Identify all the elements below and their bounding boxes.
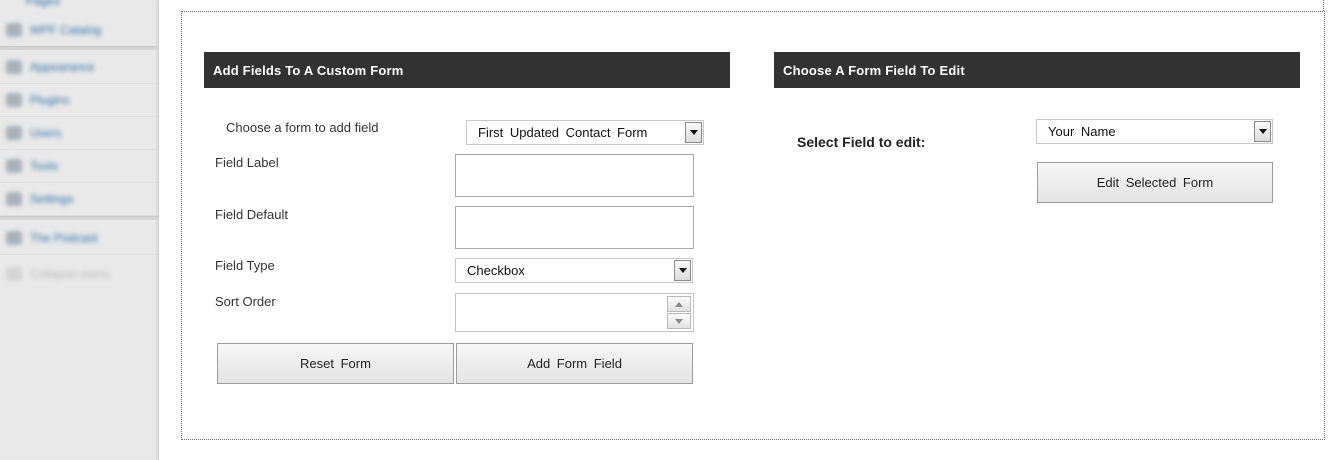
sidebar-item-label: Appearance: [30, 60, 95, 74]
select-value: First Updated Contact Form: [478, 125, 648, 140]
sort-order-label: Sort Order: [215, 294, 276, 309]
podcast-icon: [6, 231, 22, 245]
sidebar-item-label: The Podcast: [30, 231, 98, 245]
sidebar-item-label: Plugins: [30, 93, 70, 107]
edit-field-panel-header: Choose A Form Field To Edit: [774, 52, 1300, 88]
panel-title: Choose A Form Field To Edit: [783, 62, 965, 78]
sidebar-separator: [0, 46, 158, 50]
tools-icon: [6, 159, 22, 173]
select-field-label: Select Field to edit:: [797, 134, 926, 150]
select-field-dropdown[interactable]: Your Name: [1036, 119, 1273, 144]
sidebar-item-label: Users: [30, 126, 62, 140]
select-value: Your Name: [1048, 124, 1116, 139]
sidebar-separator: [0, 216, 158, 220]
sidebar-item-appearance[interactable]: Appearance: [0, 51, 158, 84]
frame-edge: [1323, 0, 1325, 11]
collapse-icon: [6, 267, 22, 281]
choose-form-select[interactable]: First Updated Contact Form: [466, 120, 704, 145]
edit-selected-form-button[interactable]: Edit Selected Form: [1037, 162, 1273, 203]
chevron-down-icon[interactable]: [674, 260, 691, 281]
sidebar-item-tools[interactable]: Tools: [0, 150, 158, 183]
chevron-down-icon[interactable]: [1254, 121, 1271, 142]
sidebar-item-label: WPF Catalog: [30, 23, 102, 37]
sidebar-item-plugins[interactable]: Plugins: [0, 84, 158, 117]
panel-title: Add Fields To A Custom Form: [213, 62, 404, 78]
sidebar-item-label: Tools: [30, 159, 59, 173]
field-default-label: Field Default: [215, 207, 288, 222]
add-form-field-button[interactable]: Add Form Field: [456, 343, 693, 384]
users-icon: [6, 126, 22, 140]
appearance-icon: [6, 60, 22, 74]
field-label-input[interactable]: [455, 154, 694, 197]
sidebar-item-label: Settings: [30, 192, 74, 206]
sidebar-item-catalog[interactable]: WPF Catalog: [0, 14, 158, 47]
sidebar-item-users[interactable]: Users: [0, 117, 158, 150]
add-fields-panel-header: Add Fields To A Custom Form: [204, 52, 730, 88]
plugins-icon: [6, 93, 22, 107]
catalog-icon: [6, 23, 22, 37]
field-label-label: Field Label: [215, 155, 279, 170]
sidebar-item-settings[interactable]: Settings: [0, 183, 158, 216]
sidebar-item-pages[interactable]: Pages: [26, 0, 60, 8]
admin-sidebar: Pages WPF Catalog Appearance Plugins Use…: [0, 0, 159, 460]
field-type-label: Field Type: [215, 258, 275, 273]
select-value: Checkbox: [467, 263, 525, 278]
sidebar-item-label: Collapse menu: [30, 267, 111, 281]
choose-form-label: Choose a form to add field: [226, 120, 379, 135]
sidebar-item-podcast[interactable]: The Podcast: [0, 222, 158, 255]
field-type-select[interactable]: Checkbox: [455, 258, 693, 283]
decrement-arrow-icon[interactable]: [667, 313, 691, 329]
field-default-input[interactable]: [455, 206, 694, 249]
reset-form-button[interactable]: Reset Form: [217, 343, 454, 384]
increment-arrow-icon[interactable]: [667, 296, 691, 312]
sort-order-stepper[interactable]: [455, 293, 694, 332]
settings-icon: [6, 192, 22, 206]
sidebar-collapse-menu[interactable]: Collapse menu: [0, 258, 158, 290]
chevron-down-icon[interactable]: [685, 122, 702, 143]
